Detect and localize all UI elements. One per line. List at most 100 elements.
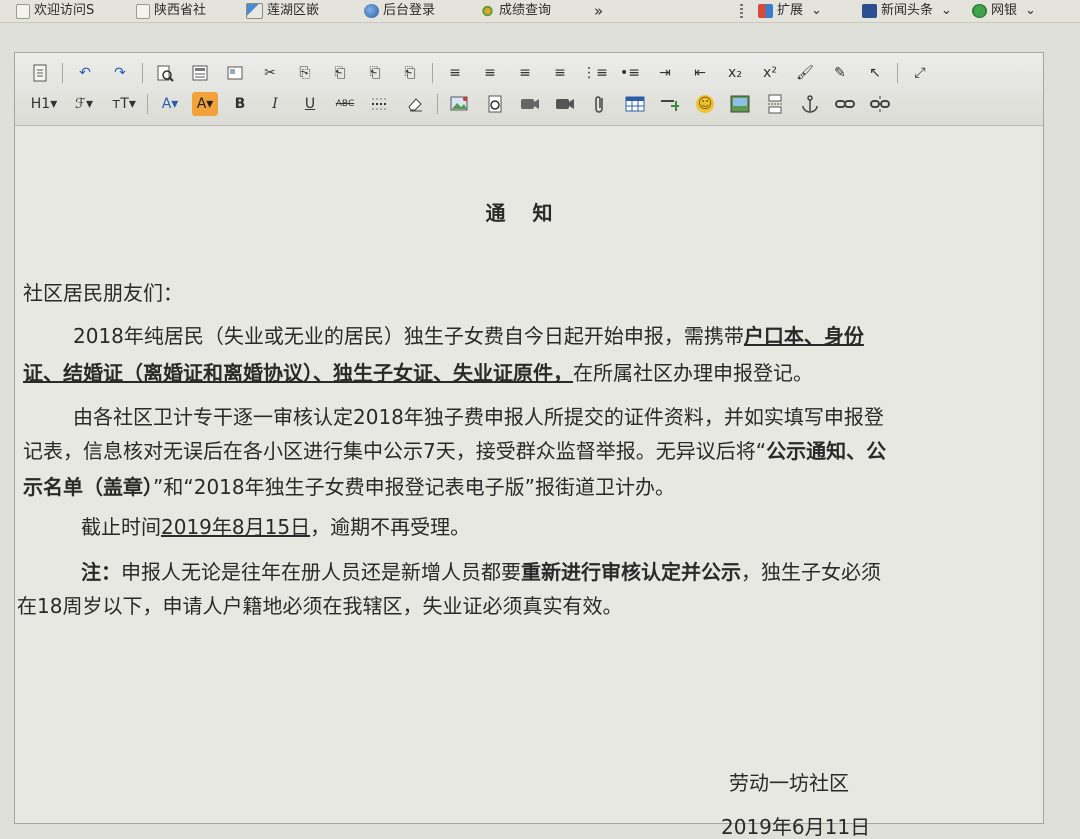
unlink-icon[interactable] [867, 92, 893, 116]
page-break-icon[interactable] [762, 92, 788, 116]
align-left-icon[interactable]: ≡ [442, 61, 468, 85]
template-icon[interactable] [187, 61, 213, 85]
bookmark-scores[interactable]: 成绩查询 [480, 0, 551, 22]
rich-text-editor: ↶ ↷ ✂ ⎘ ⎗ ⎗ ⎗ ≡ ≡ ≡ ≡ ⋮≡ •≡ ⇥ ⇤ x₂ x² 🖌 … [14, 52, 1044, 839]
p2-emphasis: 公示通知、公 [766, 439, 887, 463]
extensions-menu[interactable]: 扩展 ⌄ [758, 0, 822, 22]
subscript-icon[interactable]: x₂ [722, 61, 748, 85]
fullscreen-icon[interactable]: ⤢ [907, 61, 933, 85]
paste-word-icon[interactable]: ⎗ [397, 61, 423, 85]
redo-icon[interactable]: ↷ [107, 61, 133, 85]
note-line-1: 注：申报人无论是往年在册人员还是新增人员都要重新进行审核认定并公示，独生子女必须 [81, 560, 881, 584]
p1-emphasis: 户口本、身份 [743, 324, 864, 348]
copy-icon[interactable]: ⎘ [292, 61, 318, 85]
toolbar-separator [432, 63, 433, 83]
align-right-icon[interactable]: ≡ [512, 61, 538, 85]
chart-icon [246, 3, 263, 19]
toolbar-row-2: H1▾ ℱ▾ тT▾ A▾ A▾ B I U ABC ☺ [27, 91, 902, 117]
insert-row-icon[interactable] [657, 92, 683, 116]
editor-toolbar: ↶ ↷ ✂ ⎘ ⎗ ⎗ ⎗ ≡ ≡ ≡ ≡ ⋮≡ •≡ ⇥ ⇤ x₂ x² 🖌 … [15, 53, 1043, 126]
image-icon[interactable] [447, 92, 473, 116]
more-bookmarks-button[interactable]: » [594, 0, 603, 22]
deadline-date: 2019年8月15日 [161, 515, 311, 539]
anchor-icon[interactable] [797, 92, 823, 116]
deadline-suffix: ，逾期不再受理。 [310, 515, 471, 539]
page-icon [136, 3, 150, 19]
horizontal-rule-icon[interactable] [367, 92, 393, 116]
source-icon[interactable] [27, 61, 53, 85]
paragraph-1-line-1: 2018年纯居民（失业或无业的居民）独生子女费自今日起开始申报，需携带户口本、身… [73, 324, 864, 348]
p2-emphasis: 示名单（盖章） [23, 475, 153, 499]
note-text: 申报人无论是往年在册人员还是新增人员都要 [121, 560, 521, 584]
ordered-list-icon[interactable]: ⋮≡ [582, 61, 608, 85]
document-date: 2019年6月11日 [721, 815, 871, 839]
paragraph-2-line-1: 由各社区卫计专干逐一审核认定2018年独子费申报人所提交的证件资料，并如实填写申… [73, 405, 884, 429]
new-page-icon[interactable] [222, 61, 248, 85]
flash-icon[interactable] [482, 92, 508, 116]
superscript-icon[interactable]: x² [757, 61, 783, 85]
clear-format-icon[interactable]: ✎ [827, 61, 853, 85]
video-icon[interactable] [552, 92, 578, 116]
paste-text-icon[interactable]: ⎗ [362, 61, 388, 85]
document-title: 通 知 [485, 201, 563, 225]
p2-text: 记表，信息核对无误后在各小区进行集中公示7天，接受群众监督举报。无异议后将“ [23, 439, 767, 463]
bookmark-welcome[interactable]: 欢迎访问S [16, 0, 94, 22]
link-icon[interactable] [832, 92, 858, 116]
strikethrough-button[interactable]: ABC [332, 92, 358, 116]
media-icon[interactable] [517, 92, 543, 116]
bookmark-label: 陕西省社 [154, 3, 207, 18]
picture-icon[interactable] [727, 92, 753, 116]
indent-icon[interactable]: ⇥ [652, 61, 678, 85]
extensions-label: 扩展 [777, 3, 804, 18]
news-label: 新闻头条 [881, 3, 934, 18]
paragraph-2-line-3: 示名单（盖章）”和“2018年独生子女费申报登记表电子版”报街道卫计办。 [23, 475, 675, 499]
note-text: ，独生子女必须 [741, 560, 881, 584]
justify-icon[interactable]: ≡ [547, 61, 573, 85]
highlight-color-dropdown[interactable]: A▾ [192, 92, 218, 116]
bank-icon [972, 4, 987, 18]
paste-icon[interactable]: ⎗ [327, 61, 353, 85]
toolbar-separator [147, 94, 148, 114]
heading-dropdown[interactable]: H1▾ [27, 92, 61, 116]
bold-button[interactable]: B [227, 92, 253, 116]
news-menu[interactable]: 新闻头条 ⌄ [862, 0, 952, 22]
globe-icon [364, 4, 379, 18]
bookmark-label: 莲湖区嵌 [267, 3, 320, 18]
font-family-dropdown[interactable]: ℱ▾ [67, 92, 101, 116]
extensions-icon [758, 4, 773, 18]
bookmark-shaanxi[interactable]: 陕西省社 [136, 0, 206, 22]
greeting: 社区居民朋友们： [23, 281, 183, 305]
bookmark-label: 成绩查询 [499, 3, 552, 18]
bookmarks-bar: 欢迎访问S 陕西省社 莲湖区嵌 后台登录 成绩查询 » 扩展 ⌄ 新闻头条 ⌄ … [0, 0, 1080, 23]
font-size-dropdown[interactable]: тT▾ [107, 92, 141, 116]
outdent-icon[interactable]: ⇤ [687, 61, 713, 85]
emoji-icon[interactable]: ☺ [692, 92, 718, 116]
unordered-list-icon[interactable]: •≡ [617, 61, 643, 85]
paragraph-1-line-2: 证、结婚证（离婚证和离婚协议）、独生子女证、失业证原件，在所属社区办理申报登记。 [23, 361, 813, 385]
attachment-icon[interactable] [587, 92, 613, 116]
preview-icon[interactable] [152, 61, 178, 85]
undo-icon[interactable]: ↶ [72, 61, 98, 85]
underline-button[interactable]: U [297, 92, 323, 116]
bookmark-admin-login[interactable]: 后台登录 [364, 0, 435, 22]
select-all-icon[interactable]: ↖ [862, 61, 888, 85]
deadline-prefix: 截止时间 [81, 515, 161, 539]
news-icon [862, 4, 877, 18]
font-color-dropdown[interactable]: A▾ [157, 92, 183, 116]
cut-icon[interactable]: ✂ [257, 61, 283, 85]
format-painter-icon[interactable]: 🖌 [792, 61, 818, 85]
bank-menu[interactable]: 网银 ⌄ [972, 0, 1036, 22]
note-emphasis: 重新进行审核认定并公示 [521, 560, 741, 584]
eraser-icon[interactable] [402, 92, 428, 116]
paragraph-2-line-2: 记表，信息核对无误后在各小区进行集中公示7天，接受群众监督举报。无异议后将“公示… [23, 439, 886, 463]
editor-content[interactable]: 通 知 社区居民朋友们： 2018年纯居民（失业或无业的居民）独生子女费自今日起… [15, 126, 1043, 839]
italic-button[interactable]: I [262, 92, 288, 116]
table-icon[interactable] [622, 92, 648, 116]
chevron-down-icon: ⌄ [941, 3, 952, 18]
bookmark-lianhu[interactable]: 莲湖区嵌 [246, 0, 319, 22]
page-icon [16, 3, 30, 19]
smiley-face-icon: ☺ [696, 95, 714, 113]
align-center-icon[interactable]: ≡ [477, 61, 503, 85]
toolbar-separator [897, 63, 898, 83]
p2-text: ”和“2018年独生子女费申报登记表电子版”报街道卫计办。 [153, 475, 675, 499]
